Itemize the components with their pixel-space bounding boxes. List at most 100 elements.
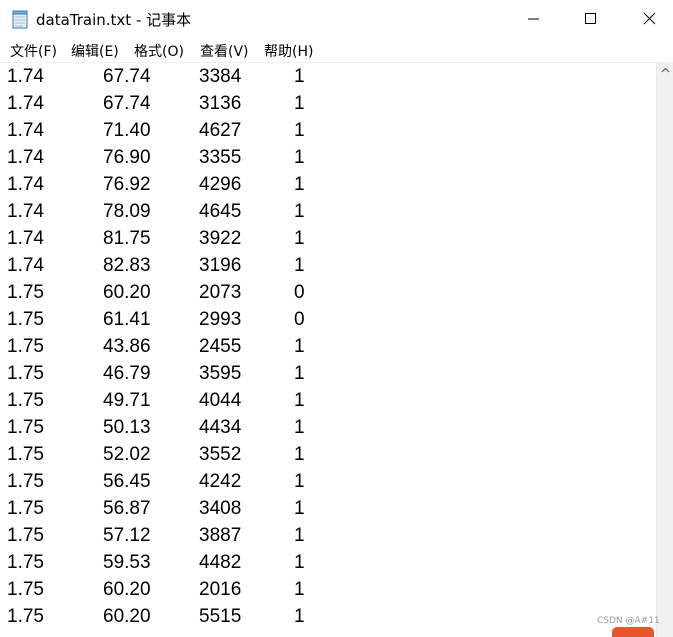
line-value: 3355 (199, 147, 242, 168)
menu-format[interactable]: 格式(O) (134, 41, 184, 61)
line-value: 2455 (199, 336, 242, 357)
line-value: 52.02 (103, 444, 151, 465)
text-line: 1.75 52.02 3552 1 (0, 441, 656, 468)
text-line: 1.75 50.13 4434 1 (0, 414, 656, 441)
text-line: 1.75 56.87 3408 1 (0, 495, 656, 522)
text-line: 1.75 56.45 4242 1 (0, 468, 656, 495)
line-value: 0 (294, 282, 305, 303)
maximize-button[interactable] (562, 0, 618, 38)
close-icon (643, 12, 656, 25)
watermark: CSDN @A#11 (597, 616, 660, 626)
line-value: 3136 (199, 93, 242, 114)
text-line: 1.74 71.40 4627 1 (0, 117, 656, 144)
line-value: 1.75 (7, 444, 44, 465)
line-value: 3384 (199, 66, 242, 87)
line-value: 67.74 (103, 66, 151, 87)
maximize-icon (585, 13, 596, 24)
line-value: 50.13 (103, 417, 151, 438)
line-value: 5515 (199, 606, 242, 627)
line-value: 1 (294, 174, 305, 195)
line-value: 56.45 (103, 471, 151, 492)
menu-edit[interactable]: 编辑(E) (71, 41, 119, 61)
minimize-button[interactable] (506, 0, 562, 38)
line-value: 1.75 (7, 363, 44, 384)
notepad-icon (12, 9, 28, 29)
line-value: 1 (294, 498, 305, 519)
line-value: 1 (294, 255, 305, 276)
line-value: 60.20 (103, 606, 151, 627)
text-editor[interactable]: 1.74 67.74 3384 1 1.74 67.74 3136 1 1.74 71.40 462… (0, 62, 656, 637)
line-value: 3595 (199, 363, 242, 384)
line-value: 60.20 (103, 579, 151, 600)
line-value: 1 (294, 525, 305, 546)
line-value: 1.75 (7, 498, 44, 519)
menu-file[interactable]: 文件(F) (10, 41, 57, 61)
line-value: 1 (294, 390, 305, 411)
line-value: 1.75 (7, 525, 44, 546)
line-value: 1 (294, 552, 305, 573)
text-line: 1.75 49.71 4044 1 (0, 387, 656, 414)
line-value: 81.75 (103, 228, 151, 249)
line-value: 1.74 (7, 66, 44, 87)
line-value: 57.12 (103, 525, 151, 546)
menu-view[interactable]: 查看(V) (200, 41, 249, 61)
line-value: 61.41 (103, 309, 151, 330)
line-value: 1 (294, 606, 305, 627)
line-value: 2993 (199, 309, 242, 330)
text-line: 1.74 81.75 3922 1 (0, 225, 656, 252)
text-line: 1.75 61.41 2993 0 (0, 306, 656, 333)
text-line: 1.75 59.53 4482 1 (0, 549, 656, 576)
line-value: 4645 (199, 201, 242, 222)
scroll-up-arrow-icon[interactable] (657, 62, 673, 79)
line-value: 1 (294, 228, 305, 249)
line-value: 56.87 (103, 498, 151, 519)
line-value: 1.75 (7, 282, 44, 303)
line-value: 82.83 (103, 255, 151, 276)
notepad-window: dataTrain.txt - 记事本 文件(F) 编辑(E) 格式(O) 查看… (0, 0, 673, 637)
csdn-logo (612, 627, 654, 637)
menu-bar: 文件(F) 编辑(E) 格式(O) 查看(V) 帮助(H) (0, 38, 673, 62)
line-value: 1.75 (7, 471, 44, 492)
line-value: 1 (294, 120, 305, 141)
line-value: 71.40 (103, 120, 151, 141)
line-value: 1 (294, 336, 305, 357)
line-value: 2073 (199, 282, 242, 303)
line-value: 1 (294, 444, 305, 465)
line-value: 3552 (199, 444, 242, 465)
text-line: 1.75 43.86 2455 1 (0, 333, 656, 360)
line-value: 4627 (199, 120, 242, 141)
line-value: 1.75 (7, 552, 44, 573)
minimize-icon (528, 18, 539, 20)
line-value: 78.09 (103, 201, 151, 222)
line-value: 49.71 (103, 390, 151, 411)
line-value: 59.53 (103, 552, 151, 573)
line-value: 1.75 (7, 579, 44, 600)
line-value: 4242 (199, 471, 242, 492)
window-title: dataTrain.txt - 记事本 (36, 11, 192, 29)
text-line: 1.74 67.74 3384 1 (0, 63, 656, 90)
line-value: 76.92 (103, 174, 151, 195)
line-value: 1 (294, 93, 305, 114)
text-line: 1.74 78.09 4645 1 (0, 198, 656, 225)
line-value: 1.75 (7, 417, 44, 438)
text-line: 1.74 82.83 3196 1 (0, 252, 656, 279)
line-value: 2016 (199, 579, 242, 600)
line-value: 3887 (199, 525, 242, 546)
line-value: 0 (294, 309, 305, 330)
line-value: 1.74 (7, 120, 44, 141)
line-value: 4482 (199, 552, 242, 573)
line-value: 1.75 (7, 309, 44, 330)
line-value: 1 (294, 471, 305, 492)
vertical-scrollbar[interactable] (656, 62, 673, 637)
line-value: 1.74 (7, 228, 44, 249)
line-value: 1 (294, 363, 305, 384)
text-line: 1.75 57.12 3887 1 (0, 522, 656, 549)
close-button[interactable] (618, 0, 673, 38)
line-value: 1 (294, 201, 305, 222)
line-value: 76.90 (103, 147, 151, 168)
line-value: 1.75 (7, 336, 44, 357)
menu-help[interactable]: 帮助(H) (264, 41, 313, 61)
line-value: 1.75 (7, 606, 44, 627)
title-bar[interactable]: dataTrain.txt - 记事本 (0, 0, 673, 38)
line-value: 1 (294, 579, 305, 600)
